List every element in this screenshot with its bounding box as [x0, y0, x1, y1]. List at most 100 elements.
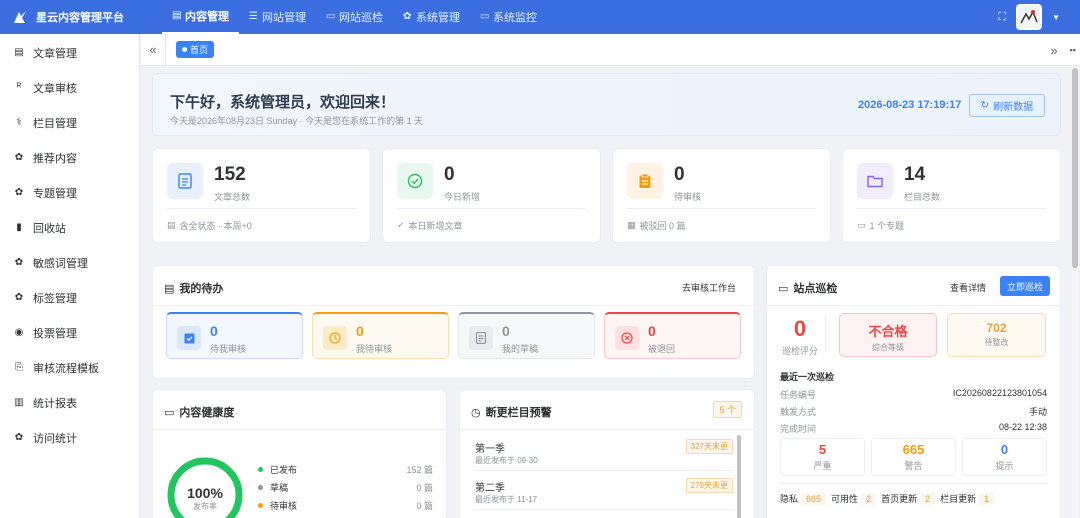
sidebar-item-article-review[interactable]: ᴿ 文章审核 — [0, 70, 139, 105]
todo-card-to-review[interactable]: 0 待我审核 — [166, 312, 303, 359]
user-icon: ᴿ — [16, 82, 22, 93]
monitor-icon: ▭ — [778, 282, 789, 295]
welcome-title: 下午好，系统管理员，欢迎回来！ — [170, 94, 396, 111]
trash-icon: ▮ — [16, 222, 22, 233]
alert-list-scrollbar[interactable] — [737, 435, 741, 518]
topnav-label: 系统管理 — [416, 12, 460, 24]
view-details-link[interactable]: 查看详情 — [950, 281, 986, 294]
panel-title: 断更栏目预警 — [485, 407, 552, 419]
inspection-grade: 不合格 — [868, 324, 908, 339]
severity-value: 5 — [818, 442, 827, 457]
sidebar-item-columns[interactable]: ⚕ 栏目管理 — [0, 105, 139, 140]
pending-fix-box: 702 待整改 — [947, 313, 1046, 357]
todo-value: 0 — [356, 323, 364, 339]
alert-count-badge: 5 个 — [713, 401, 742, 418]
sidebar-item-reports[interactable]: ▥ 统计报表 — [0, 385, 139, 420]
avatar[interactable] — [1016, 4, 1043, 30]
pending-fix-label: 待整改 — [984, 338, 1009, 347]
gear-icon: ✿ — [14, 257, 24, 268]
alert-row[interactable]: 第二季 最近发布于 11-17 279天未更 — [475, 474, 733, 510]
score-label: 巡检评分 — [781, 346, 818, 356]
sidebar-item-label: 访问统计 — [33, 432, 77, 445]
clock-icon: ◷ — [471, 406, 481, 419]
fullscreen-icon[interactable]: ⛶ — [998, 11, 1006, 24]
sidebar-item-review-templates[interactable]: ⎘ 审核流程模板 — [0, 350, 139, 385]
pending-fix-count: 702 — [986, 321, 1007, 335]
sidebar-item-votes[interactable]: ◉ 投票管理 — [0, 315, 139, 350]
app-logo-icon — [14, 11, 26, 23]
review-workbench-link[interactable]: 去审核工作台 — [682, 281, 736, 294]
severity-value: 0 — [1000, 442, 1009, 457]
brand[interactable]: 星云内容管理平台 — [0, 9, 148, 25]
todo-card-my-pending[interactable]: 0 我待审核 — [312, 312, 449, 359]
category-count: 665 — [801, 493, 827, 505]
tab-home[interactable]: 首页 — [176, 41, 215, 58]
draft-document-icon — [469, 326, 493, 350]
top-bar: 星云内容管理平台 ▤ 内容管理 ☰ 网站管理 ▭ 网站巡检 ✿ 系统管理 ▭ 系… — [0, 0, 1080, 34]
grid-icon[interactable]: ▪▪ — [1070, 45, 1076, 55]
tree-icon: ⚕ — [16, 117, 22, 128]
todo-value: 0 — [648, 323, 656, 339]
sidebar-item-label: 敏感词管理 — [33, 257, 88, 270]
scrollbar-thumb[interactable] — [1072, 68, 1078, 268]
sidebar-item-sensitive-words[interactable]: ✿ 敏感词管理 — [0, 245, 139, 280]
topnav-system-monitor[interactable]: ▭ 系统监控 — [470, 0, 547, 34]
severity-warning: 665 警告 — [871, 438, 956, 476]
stat-card-columns[interactable]: 14 栏目总数 ▭ 1 个专题 — [842, 148, 1061, 243]
topnav-site-management[interactable]: ☰ 网站管理 — [239, 0, 316, 34]
chevron-down-icon[interactable]: ▼ — [1052, 13, 1060, 22]
alert-row[interactable]: 第一季 最近发布于 09-30 327天未更 — [475, 435, 733, 471]
clock-icon — [323, 326, 347, 350]
gear-icon: ✿ — [403, 11, 412, 22]
stat-label: 文章总数 — [214, 192, 251, 202]
run-inspection-button[interactable]: 立即巡检 — [1000, 276, 1050, 296]
welcome-subtitle: 今天是2026年08月23日 Sunday · 今天是您在系统工作的第 1 天 — [170, 116, 424, 126]
check-circle-icon: ✓ — [397, 220, 405, 230]
tab-tools: » ▪▪ — [1050, 34, 1076, 66]
divider — [857, 208, 1046, 209]
legend-dot — [258, 485, 263, 490]
sidebar-item-recycle-bin[interactable]: ▮ 回收站 — [0, 210, 139, 245]
todo-card-returned[interactable]: 0 被退回 — [604, 312, 741, 359]
panel-title: 站点巡检 — [793, 283, 838, 295]
topnav-content-management[interactable]: ▤ 内容管理 — [162, 0, 239, 34]
topnav-label: 网站巡检 — [339, 12, 383, 24]
todo-card-drafts[interactable]: 0 我的草稿 — [458, 312, 595, 359]
clipboard-icon — [627, 163, 663, 199]
stat-card-articles[interactable]: 152 文章总数 ▤ 含全状态 · 本周+0 — [152, 148, 371, 243]
panel-header: ◷ 断更栏目预警 5 个 — [460, 390, 754, 430]
tab-home-label: 首页 — [190, 45, 209, 55]
category-count: 1 — [979, 493, 995, 505]
grade-label: 综合等级 — [872, 343, 904, 352]
stat-card-today[interactable]: 0 今日新增 ✓ 本日新增文章 — [382, 148, 601, 243]
legend-dot — [258, 467, 263, 472]
sidebar-item-visit-stats[interactable]: ✿ 访问统计 — [0, 420, 139, 455]
todo-panel: ▤ 我的待办 去审核工作台 0 待我审核 0 我待审核 0 我的草稿 0 被退回 — [152, 265, 755, 379]
alert-column-name: 第一季 — [475, 444, 505, 455]
check-circle-icon — [397, 163, 433, 199]
scroll-right-icon[interactable]: » — [1050, 43, 1057, 58]
collapse-sidebar-icon[interactable]: « — [141, 42, 165, 57]
topnav-system-management[interactable]: ✿ 系统管理 — [393, 0, 470, 34]
topnav-site-inspection[interactable]: ▭ 网站巡检 — [316, 0, 393, 34]
stat-label: 今日新增 — [444, 192, 481, 202]
sidebar-item-topics[interactable]: ✿ 专题管理 — [0, 175, 139, 210]
stat-label: 待审核 — [674, 192, 702, 202]
refresh-button[interactable]: ↻ 刷新数据 — [969, 94, 1045, 117]
severity-critical: 5 严重 — [780, 438, 865, 476]
sidebar-item-tags[interactable]: ✿ 标签管理 — [0, 280, 139, 315]
todo-label: 我的草稿 — [502, 344, 539, 354]
stat-card-pending[interactable]: 0 待审核 ▦ 被驳回 0 篇 — [612, 148, 831, 243]
last-inspection-title: 最近一次巡检 — [780, 372, 835, 382]
tab-bar: « 首页 » ▪▪ — [141, 33, 1080, 66]
sidebar-item-articles[interactable]: ▤ 文章管理 — [0, 35, 139, 70]
page-scrollbar[interactable] — [1072, 66, 1078, 518]
field-trigger: 触发方式 手动 — [780, 405, 1047, 418]
gear-icon: ✿ — [14, 292, 24, 303]
active-dot-icon — [182, 47, 187, 52]
topnav-label: 内容管理 — [185, 11, 229, 23]
divider — [397, 208, 586, 209]
panel-header: ▭ 站点巡检 查看详情 立即巡检 — [767, 266, 1060, 306]
inspection-score: 0 — [793, 316, 807, 341]
sidebar-item-recommended[interactable]: ✿ 推荐内容 — [0, 140, 139, 175]
